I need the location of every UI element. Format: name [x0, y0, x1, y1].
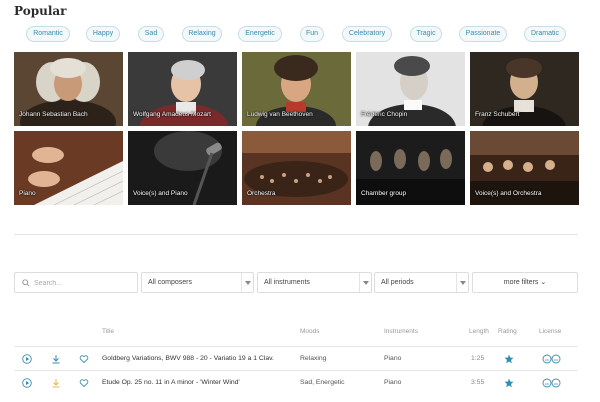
composer-tile-mozart[interactable]: Wolfgang Amadeus Mozart: [128, 52, 237, 126]
mood-pill-tragic[interactable]: Tragic: [410, 26, 442, 42]
filter-bar: All composers All instruments All period…: [14, 272, 578, 294]
composer-tile-chopin[interactable]: Frédéric Chopin: [356, 52, 465, 126]
table-header: Title Moods Instruments Length Rating Li…: [14, 320, 578, 346]
column-header-instruments: Instruments: [384, 328, 418, 335]
instrument-tile-orchestra[interactable]: Orchestra: [242, 131, 351, 205]
composer-tile-bach[interactable]: Johann Sebastian Bach: [14, 52, 123, 126]
search-input[interactable]: [34, 276, 134, 290]
mood-pill-celebratory[interactable]: Celebratory: [342, 26, 392, 42]
composer-name: Wolfgang Amadeus Mozart: [133, 111, 211, 118]
composer-name: Ludwig van Beethoven: [247, 111, 313, 118]
mood-pill-fun[interactable]: Fun: [300, 26, 324, 42]
track-instruments: Piano: [384, 379, 402, 386]
instrument-name: Voice(s) and Orchestra: [475, 190, 542, 197]
chevron-down-icon: [456, 273, 468, 292]
search-icon: [22, 279, 30, 287]
instrument-name: Voice(s) and Piano: [133, 190, 188, 197]
svg-text:cc: cc: [554, 357, 558, 362]
instrument-tile-voices-and-piano[interactable]: Voice(s) and Piano: [128, 131, 237, 205]
period-select-value: All periods: [381, 279, 414, 286]
chevron-down-icon: [241, 273, 253, 292]
svg-text:cc: cc: [554, 381, 558, 386]
rating-star-icon[interactable]: [504, 378, 514, 388]
composer-select-value: All composers: [148, 279, 192, 286]
column-header-license: License: [539, 328, 562, 335]
instrument-tile-voices-and-orchestra[interactable]: Voice(s) and Orchestra: [470, 131, 579, 205]
rating-star-icon[interactable]: [504, 354, 514, 364]
chevron-down-icon: [359, 273, 371, 292]
track-title[interactable]: Goldberg Variations, BWV 988 - 20 - Vari…: [102, 355, 274, 362]
play-icon[interactable]: [22, 354, 32, 364]
mood-pill-energetic[interactable]: Energetic: [238, 26, 282, 42]
license-cc-icon[interactable]: cc cc: [542, 378, 562, 388]
composer-name: Johann Sebastian Bach: [19, 111, 88, 118]
track-moods: Sad, Energetic: [300, 379, 345, 386]
mood-pill-sad[interactable]: Sad: [138, 26, 164, 42]
track-instruments: Piano: [384, 355, 402, 362]
instrument-name: Orchestra: [247, 190, 276, 197]
column-header-moods: Moods: [300, 328, 320, 335]
instrument-name: Piano: [19, 190, 36, 197]
track-length: 3:55: [471, 379, 485, 386]
column-header-title: Title: [102, 328, 115, 335]
page-title: Popular: [14, 4, 67, 18]
instrument-name: Chamber group: [361, 190, 407, 197]
composer-select[interactable]: All composers: [141, 272, 254, 293]
mood-pill-dramatic[interactable]: Dramatic: [524, 26, 566, 42]
download-icon[interactable]: [51, 354, 61, 364]
mood-pill-relaxing[interactable]: Relaxing: [182, 26, 222, 42]
mood-pill-passionate[interactable]: Passionate: [459, 26, 507, 42]
section-divider: [14, 234, 578, 235]
mood-pill-romantic[interactable]: Romantic: [26, 26, 70, 42]
instrument-tile-chamber-group[interactable]: Chamber group: [356, 131, 465, 205]
track-title[interactable]: Etude Op. 25 no. 11 in A minor - 'Winter…: [102, 379, 240, 386]
track-moods: Relaxing: [300, 355, 327, 362]
track-length: 1:25: [471, 355, 485, 362]
column-header-length: Length: [469, 328, 489, 335]
table-row: Etude Op. 25 no. 11 in A minor - 'Winter…: [14, 370, 578, 394]
download-icon[interactable]: [51, 378, 61, 388]
license-cc-icon[interactable]: cc cc: [542, 354, 562, 364]
mood-filter-row: Romantic Happy Sad Relaxing Energetic Fu…: [26, 26, 580, 44]
play-icon[interactable]: [22, 378, 32, 388]
svg-text:cc: cc: [545, 357, 549, 362]
heart-icon[interactable]: [79, 378, 89, 388]
more-filters-button[interactable]: more filters ⌄: [472, 272, 578, 293]
composer-name: Franz Schubert: [475, 111, 520, 118]
period-select[interactable]: All periods: [374, 272, 469, 293]
instrument-select-value: All instruments: [264, 279, 310, 286]
composer-tile-schubert[interactable]: Franz Schubert: [470, 52, 579, 126]
column-header-rating: Rating: [498, 328, 517, 335]
search-box: [14, 272, 138, 293]
composer-tile-beethoven[interactable]: Ludwig van Beethoven: [242, 52, 351, 126]
instrument-select[interactable]: All instruments: [257, 272, 372, 293]
heart-icon[interactable]: [79, 354, 89, 364]
table-row: Goldberg Variations, BWV 988 - 20 - Vari…: [14, 346, 578, 370]
svg-text:cc: cc: [545, 381, 549, 386]
composer-name: Frédéric Chopin: [361, 111, 408, 118]
instrument-tile-piano[interactable]: Piano: [14, 131, 123, 205]
mood-pill-happy[interactable]: Happy: [86, 26, 120, 42]
